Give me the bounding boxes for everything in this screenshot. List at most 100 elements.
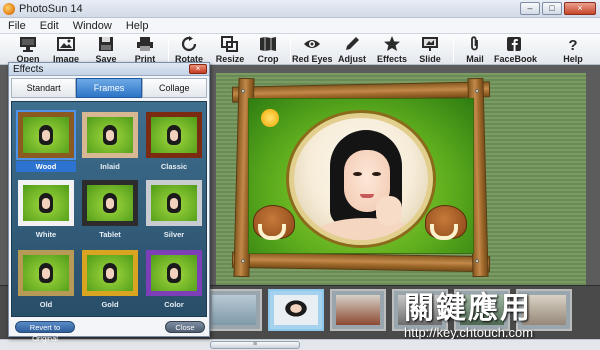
portrait-shoulders [310,218,422,240]
scrollbar-thumb[interactable]: ≡ [210,341,300,349]
frame-preview [146,180,202,226]
frame-portrait [103,193,117,213]
rotate-icon [169,36,209,54]
minimize-button[interactable]: – [520,2,540,15]
frame-label: Classic [160,162,188,171]
pencil-icon [332,36,372,54]
frame-portrait [39,125,53,145]
crop-icon [248,36,288,54]
horizontal-scrollbar[interactable]: ≡ [0,339,600,350]
effects-panel: Effects × Standart Frames Collage Wood I… [8,62,210,343]
frame-option-color[interactable]: Color [144,248,204,312]
frame-label: Color [164,300,184,309]
photo-scene [248,98,474,254]
frame-label: Wood [16,161,76,172]
open-button[interactable]: Open [8,34,48,65]
tab-frames[interactable]: Frames [76,78,142,98]
frame-preview [146,112,202,158]
image-button[interactable]: Image [46,34,86,65]
resize-button[interactable]: Resize [210,34,250,65]
frame-option-old[interactable]: Old [16,248,76,312]
menu-window[interactable]: Window [65,18,118,33]
adjust-label: Adjust [338,54,366,64]
portrait-eye [372,172,381,176]
frame-preview [82,250,138,296]
window-title: PhotoSun 14 [19,3,83,15]
frame-portrait [39,193,53,213]
portrait-eye [353,172,362,176]
tab-collage[interactable]: Collage [141,78,207,98]
frame-preview [18,250,74,296]
monitor-icon [8,36,48,54]
mammoth-graphic-right [425,205,467,240]
frames-grid: Wood Inlaid Classic White Tablet Silver … [11,101,207,317]
frame-portrait [167,125,181,145]
watermark-url: http://key.chtouch.com [404,325,534,340]
title-bar: PhotoSun 14 – □ × [0,0,600,18]
red-eyes-label: Red Eyes [292,54,333,64]
frame-label: White [35,230,57,239]
crop-button[interactable]: Crop [248,34,288,65]
frame-portrait [103,125,117,145]
portrait-oval [289,113,433,245]
frame-preview [18,112,74,158]
frame-option-silver[interactable]: Silver [144,178,204,242]
close-window-button[interactable]: × [564,2,596,15]
tab-standart[interactable]: Standart [11,78,77,98]
thumbnail[interactable] [330,289,386,331]
save-button[interactable]: Save [86,34,126,65]
frame-portrait [39,263,53,283]
frame-option-inlaid[interactable]: Inlaid [80,110,140,174]
adjust-button[interactable]: Adjust [332,34,372,65]
nail [475,259,479,263]
frame-label: Inlaid [100,162,120,171]
effects-close-button[interactable]: Close [165,321,205,333]
watermark-title: 關鍵應用 [404,291,532,326]
frame-preview [82,112,138,158]
frame-preview [146,250,202,296]
menu-edit[interactable]: Edit [32,18,65,33]
paperclip-icon [455,36,495,54]
frame-option-gold[interactable]: Gold [80,248,140,312]
slide-button[interactable]: Slide [410,34,450,65]
thumbnail-selected[interactable] [268,289,324,331]
frame-option-tablet[interactable]: Tablet [80,178,140,242]
help-label: Help [563,54,583,64]
menu-file[interactable]: File [0,18,32,33]
maximize-button[interactable]: □ [542,2,562,15]
frame-option-white[interactable]: White [16,178,76,242]
revert-to-original-button[interactable]: Revert to Original [15,321,75,343]
frame-portrait [103,263,117,283]
red-eyes-button[interactable]: Red Eyes [292,34,333,65]
nail [475,89,479,93]
print-button[interactable]: Print [125,34,165,65]
resize-icon [210,36,250,54]
nail [241,259,245,263]
nail [241,89,245,93]
menu-help[interactable]: Help [118,18,155,33]
toolbar-separator [453,38,454,62]
save-icon [86,36,126,54]
effects-label: Effects [376,54,407,64]
mail-button[interactable]: Mail [455,34,495,65]
frame-option-wood[interactable]: Wood [16,110,76,174]
frame-label: Tablet [99,230,121,239]
effects-footer: Revert to Original Close [11,319,207,343]
portrait-mouth [360,194,374,198]
frame-plank-bottom [231,251,491,273]
help-button[interactable]: ? Help [553,34,593,65]
facebook-button[interactable]: FaceBook [494,34,537,65]
framed-photo[interactable] [231,77,491,278]
frame-option-classic[interactable]: Classic [144,110,204,174]
rotate-button[interactable]: Rotate [169,34,209,65]
toolbar: Open Image Save Print Rotate Resize Crop… [0,34,600,65]
thumbnail[interactable] [206,289,262,331]
frame-preview [82,180,138,226]
slideshow-icon [410,36,450,54]
effects-close-icon[interactable]: × [189,64,207,74]
image-icon [46,36,86,54]
effects-button[interactable]: Effects [372,34,412,65]
crop-label: Crop [257,54,279,64]
effects-title-bar: Effects × [9,63,209,76]
resize-label: Resize [215,54,245,64]
